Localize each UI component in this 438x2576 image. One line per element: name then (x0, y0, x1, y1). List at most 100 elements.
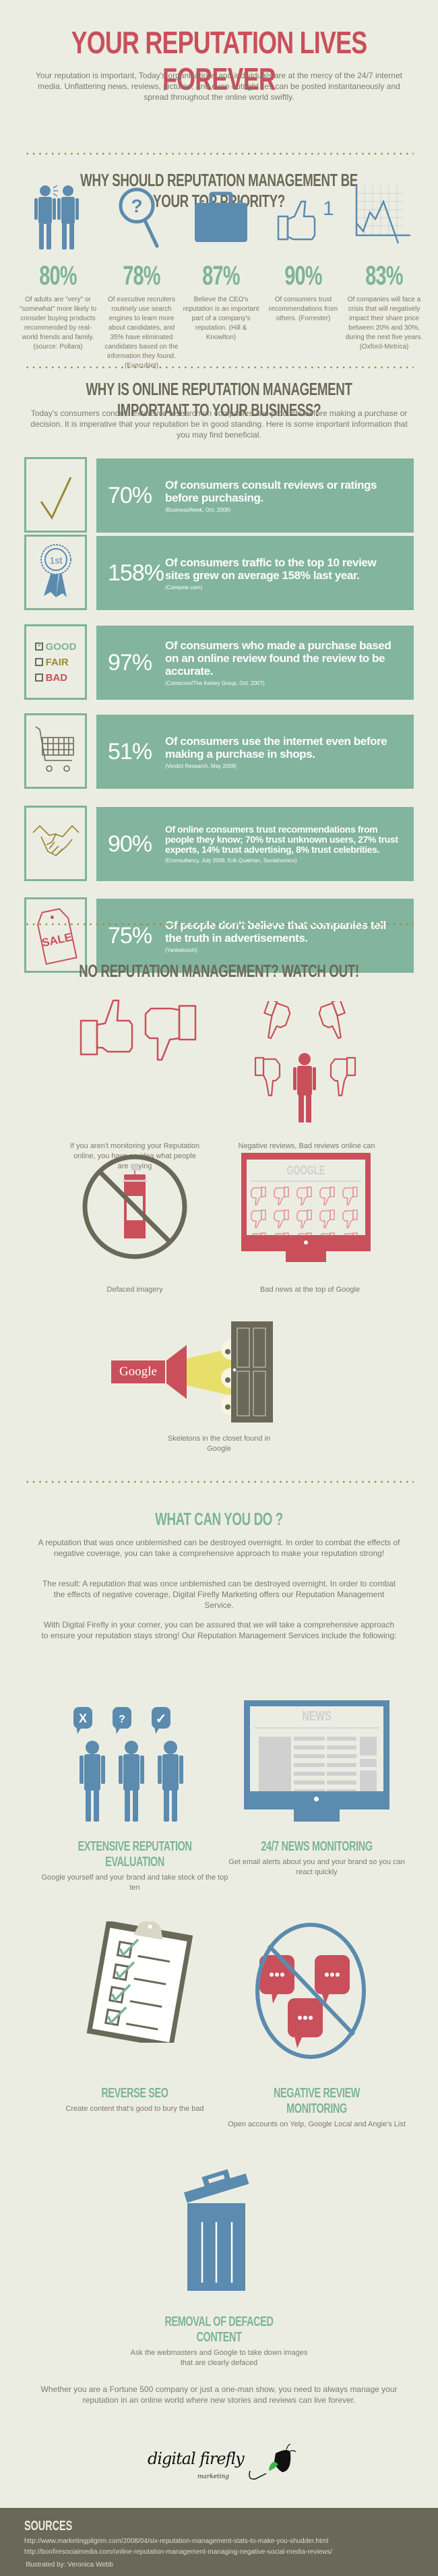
bubble-question: ? (119, 1714, 125, 1725)
checkmark-icon (40, 477, 71, 520)
intro-text: Your reputation is important, Today's or… (36, 71, 402, 102)
service-item: REVERSE SEO Create content that's good t… (40, 2086, 229, 2114)
row-text: Of consumers traffic to the top 10 revie… (165, 556, 377, 582)
people-talking-icon (18, 179, 98, 253)
row-text: Of consumers who made a purchase based o… (165, 639, 392, 678)
stat-description: Of adults are "very" or "somewhat" more … (19, 296, 97, 351)
sources-title: SOURCES (24, 2519, 73, 2534)
row-text: Of consumers use the internet even befor… (165, 734, 387, 760)
stat-item: 87% Believe the CEO's reputation is an i… (181, 179, 261, 342)
stat-row: ✓ GOOD FAIR BAD 97% Of consumers who made… (24, 624, 414, 700)
whatcan-paragraph: The result: A reputation that was once u… (42, 1579, 396, 1610)
stat-value: 78% (123, 261, 160, 291)
service-title: REVERSE SEO (101, 2086, 168, 2101)
watchout-title: NO REPUTATION MANAGEMENT? WATCH OUT! (79, 961, 359, 981)
stat-description: Of companies will face a crisis that wil… (345, 296, 423, 351)
source-link[interactable]: http://www.marketingpilgrim.com/2008/04/… (24, 2538, 328, 2545)
business-intro: Today's consumers conduct extensive rese… (30, 409, 408, 440)
briefcase-icon (181, 179, 261, 253)
handshake-icon (32, 825, 80, 856)
dotted-divider (24, 923, 414, 926)
magnifier-question-icon: ? (101, 179, 182, 253)
watchout-caption: Defaced imagery (106, 1286, 163, 1294)
bad-news-monitor-icon: GOOGLE (241, 1153, 371, 1278)
row-value: 158% (108, 560, 164, 586)
logo-name: digital firefly (148, 2449, 245, 2468)
row-source: (Yankelovich) (165, 947, 197, 953)
dotted-divider (24, 1480, 414, 1483)
service-desc: Get email alerts about you and your bran… (228, 1858, 405, 1876)
sources-footer: SOURCES http://www.marketingpilgrim.com/… (0, 2508, 438, 2576)
row-source: (Econsultancy, July 2009, Erik Qualman, … (165, 858, 297, 864)
service-item: EXTENSIVE REPUTATION EVALUATION Google y… (40, 1839, 229, 1893)
reputation-evaluation-icon: X ? ✓ (71, 1706, 192, 1827)
ribbon-label: 1st (49, 555, 62, 566)
rating-good: GOOD (45, 640, 77, 653)
service-item: 24/7 NEWS MONITORING Get email alerts ab… (222, 1839, 411, 1878)
row-text: Of online consumers trust recommendation… (165, 824, 398, 855)
thumbs-up-down-icon (80, 999, 197, 1061)
closing-text: Whether you are a Fortune 500 company or… (40, 2385, 398, 2405)
service-title: 24/7 NEWS MONITORING (261, 1839, 373, 1854)
service-desc: Ask the webmasters and Google to take do… (130, 2349, 308, 2367)
stat-value: 90% (284, 261, 322, 291)
news-monitor-icon: NEWS (244, 1700, 389, 1822)
service-desc: Google yourself and your brand and take … (41, 1874, 228, 1892)
digital-firefly-logo: digital firefly marketing (145, 2444, 307, 2494)
dotted-divider (24, 366, 414, 369)
rating-bad: BAD (45, 671, 68, 684)
bubble-x: X (79, 1712, 87, 1725)
no-negative-reviews-icon (255, 1923, 366, 2059)
thumbs-up-icon: 1 (263, 179, 344, 253)
stat-row: 70% Of consumers consult reviews or rati… (24, 457, 414, 533)
stat-value: 87% (202, 261, 240, 291)
watchout-caption: Bad news at the top of Google (260, 1286, 360, 1294)
service-item: REMOVAL OF DEFACED CONTENT Ask the webma… (125, 2314, 313, 2368)
rating-checklist-icon: ✓ GOOD FAIR BAD (34, 640, 77, 684)
row-source: (Compete.com) (165, 584, 203, 591)
stat-description: Believe the CEO's reputation is an impor… (183, 296, 259, 341)
illustrator-credit: Illustrated by: Veronica Webb (26, 2561, 113, 2569)
trash-can-icon (183, 2169, 249, 2291)
thumbs-down-grid (251, 1187, 358, 1235)
service-desc: Open accounts on Yelp, Google Local and … (228, 2120, 406, 2128)
stat-item: ? 78% Of executive recruiters routinely … (101, 179, 182, 371)
bubble-check: ✓ (156, 1712, 167, 1727)
source-link[interactable]: http://bonfiresocialmedia.com/online-rep… (24, 2548, 332, 2556)
stat-item: 83% Of companies will face a crisis that… (344, 179, 425, 352)
negative-reviews-person-icon (254, 1001, 356, 1122)
stat-description: Of executive recruiters routinely use se… (104, 296, 179, 369)
whatcan-paragraph: A reputation that was once unblemished c… (38, 1538, 400, 1558)
stat-description: Of consumers trust recommendations from … (268, 296, 338, 322)
first-place-ribbon-icon: 1st (40, 543, 71, 597)
row-source: (Comscore/The Kelsey Group, Oct. 2007) (165, 680, 265, 686)
row-value: 90% (108, 831, 152, 857)
svg-text:1: 1 (323, 198, 334, 220)
stat-row: 1st 158% Of consumers traffic to the top… (24, 535, 414, 610)
service-desc: Create content that's good to bury the b… (65, 2105, 204, 2113)
service-title: REMOVAL OF DEFACED CONTENT (164, 2314, 274, 2345)
whatcan-title: WHAT CAN YOU DO ? (155, 1509, 283, 1529)
service-item: NEGATIVE REVIEW MONITORING Open accounts… (222, 2086, 411, 2130)
stat-item: 80% Of adults are "very" or "somewhat" m… (18, 179, 98, 352)
falling-chart-icon (344, 179, 425, 253)
skeleton-closet-icon: Google (111, 1321, 273, 1422)
news-label: NEWS (302, 1709, 332, 1724)
watchout-caption: Skeletons in the closet found in Google (167, 1435, 271, 1453)
sale-tag-icon: SALE (36, 908, 77, 965)
infographic: YOUR REPUTATION LIVES FOREVER Your reput… (0, 0, 438, 2576)
no-spray-paint-icon (82, 1154, 187, 1259)
whatcan-paragraph: With Digital Firefly in your corner, you… (41, 1620, 397, 1640)
firefly-icon (249, 2444, 296, 2480)
service-title: EXTENSIVE REPUTATION EVALUATION (77, 1839, 192, 1869)
rating-fair: FAIR (45, 656, 69, 668)
row-source: (BusinessWeek, Oct. 2008) (165, 506, 231, 513)
row-value: 70% (108, 482, 152, 508)
stat-value: 83% (365, 261, 403, 291)
row-text: Of consumers consult reviews or ratings … (165, 478, 377, 504)
clipboard-checklist-icon (86, 1921, 193, 2043)
stat-value: 80% (39, 261, 77, 291)
service-title: NEGATIVE REVIEW MONITORING (274, 2086, 360, 2116)
stat-item: 1 90% Of consumers trust recommendations… (263, 179, 344, 324)
svg-text:?: ? (131, 196, 142, 216)
